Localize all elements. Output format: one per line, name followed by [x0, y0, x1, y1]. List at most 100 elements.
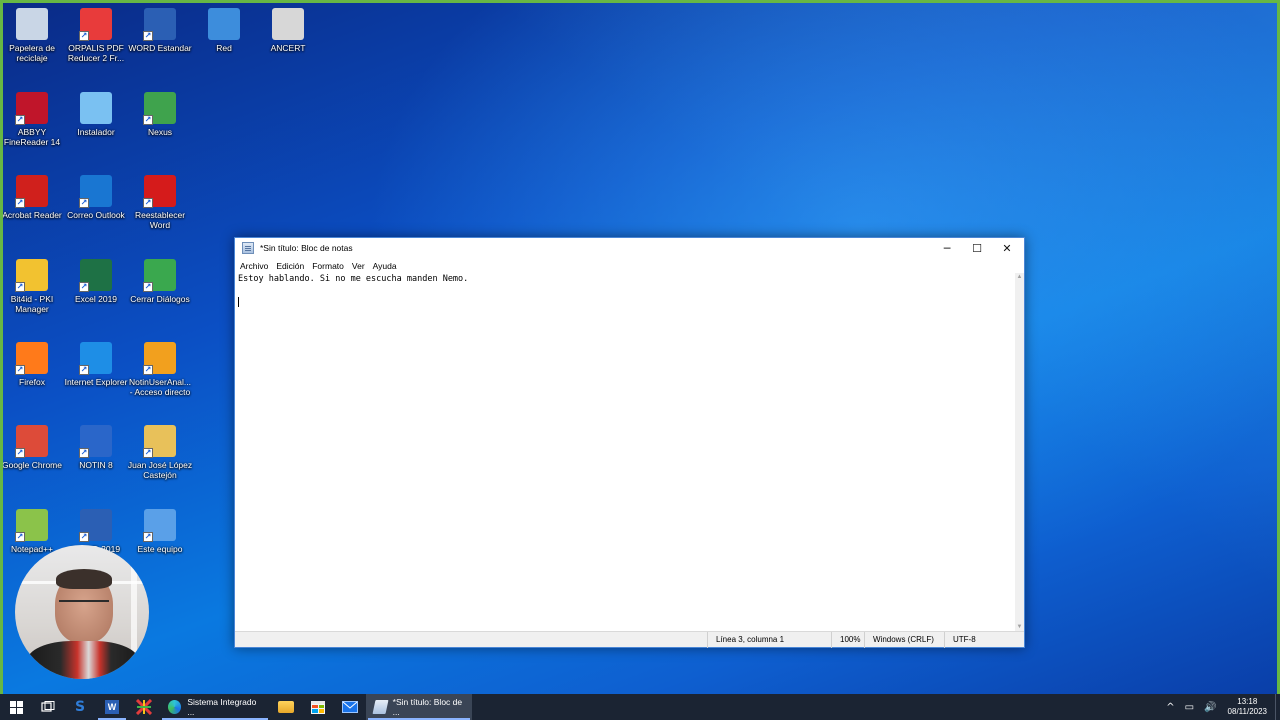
desktop-icon[interactable]: Papelera de reciclaje — [0, 4, 64, 84]
desktop-icon[interactable]: ↗ Cerrar Diálogos — [128, 255, 192, 335]
desktop-icon-label: Este equipo — [137, 544, 183, 554]
text-line: Estoy hablando. Si no me escucha manden … — [238, 274, 469, 284]
volume-icon[interactable]: 🔊 — [1199, 702, 1221, 713]
desktop-icon-label: ABBYY FineReader 14 — [3, 127, 61, 147]
taskbar-app-edge[interactable]: Sistema Integrado ... — [160, 694, 270, 720]
menu-edicion[interactable]: Edición — [273, 261, 307, 271]
minimize-button[interactable]: ─ — [932, 238, 962, 258]
desktop-icon[interactable]: ↗ NotinUserAnal... - Acceso directo — [128, 338, 192, 418]
desktop-icon-label: Juan José López Castejón — [127, 460, 193, 480]
shortcut-arrow-icon: ↗ — [15, 115, 25, 125]
desktop-icon-label: ANCERT — [270, 43, 306, 53]
desktop-icon-label: NOTIN 8 — [79, 460, 113, 470]
notepad-icon — [372, 700, 389, 714]
acrobat-icon: ↗ — [15, 175, 48, 208]
network-status-icon[interactable]: ▭ — [1180, 702, 1199, 713]
desktop-icon-label: Google Chrome — [1, 460, 62, 470]
notepad-window: *Sin título: Bloc de notas ─ ☐ ✕ Archivo… — [234, 237, 1025, 648]
desktop-icon-label: Correo Outlook — [67, 210, 125, 220]
installer-icon — [80, 92, 112, 124]
desktop-icon[interactable]: ↗ WORD Estandar — [128, 4, 192, 84]
desktop-icon[interactable]: ↗ Acrobat Reader — [0, 171, 64, 251]
shortcut-arrow-icon: ↗ — [15, 365, 25, 375]
webcam-background-door — [131, 555, 137, 665]
text-line — [238, 286, 1013, 298]
desktop-icon[interactable]: ↗ Firefox — [0, 338, 64, 418]
desktop-icon[interactable]: ↗ Internet Explorer — [64, 338, 128, 418]
menu-bar: Archivo Edición Formato Ver Ayuda — [235, 258, 1024, 273]
taskbar-app-label: *Sin título: Bloc de ... — [392, 697, 463, 717]
scroll-down-icon[interactable]: ▼ — [1016, 624, 1023, 631]
menu-formato[interactable]: Formato — [309, 261, 347, 271]
desktop-icon[interactable]: ↗ Excel 2019 — [64, 255, 128, 335]
menu-ayuda[interactable]: Ayuda — [370, 261, 400, 271]
outlook-icon: ↗ — [79, 175, 112, 208]
taskbar-store-button[interactable] — [302, 694, 334, 720]
word-icon: ↗ — [143, 8, 176, 41]
webcam-overlay — [15, 545, 149, 679]
webcam-person-glasses — [59, 600, 109, 610]
close-dialogs-icon: ↗ — [143, 259, 176, 292]
shortcut-arrow-icon: ↗ — [143, 532, 153, 542]
desktop-icon[interactable]: ↗ ABBYY FineReader 14 — [0, 88, 64, 168]
desktop-icon[interactable]: Red — [192, 4, 256, 84]
webcam-person-shirt — [27, 641, 139, 679]
shortcut-arrow-icon: ↗ — [143, 365, 153, 375]
shortcut-arrow-icon: ↗ — [79, 448, 89, 458]
start-button[interactable] — [0, 694, 32, 720]
firefox-icon: ↗ — [15, 342, 48, 375]
desktop-icon[interactable]: Instalador — [64, 88, 128, 168]
shortcut-arrow-icon: ↗ — [15, 282, 25, 292]
clock-time: 13:18 — [1237, 697, 1258, 706]
notin-icon: ↗ — [79, 425, 112, 458]
vertical-scrollbar[interactable]: ▲ ▼ — [1015, 273, 1024, 632]
close-button[interactable]: ✕ — [992, 238, 1022, 258]
shortcut-arrow-icon: ↗ — [79, 532, 89, 542]
desktop-icon-label: Papelera de reciclaje — [9, 43, 55, 63]
desktop-icon[interactable]: ↗ Nexus — [128, 88, 192, 168]
desktop-icon-label: ORPALIS PDF Reducer 2 Fr... — [67, 43, 125, 63]
status-zoom: 100% — [831, 631, 864, 648]
taskbar-word-button[interactable]: W — [96, 694, 128, 720]
shortcut-arrow-icon: ↗ — [143, 282, 153, 292]
internet-explorer-icon: ↗ — [79, 342, 112, 375]
shortcut-arrow-icon: ↗ — [79, 31, 89, 41]
desktop-icon[interactable]: ↗ Google Chrome — [0, 421, 64, 501]
menu-ver[interactable]: Ver — [349, 261, 368, 271]
taskbar-mail-button[interactable] — [334, 694, 366, 720]
clock[interactable]: 13:18 08/11/2023 — [1222, 697, 1275, 717]
desktop-icon[interactable]: ↗ Reestablecer Word — [128, 171, 192, 251]
title-bar[interactable]: *Sin título: Bloc de notas ─ ☐ ✕ — [235, 238, 1024, 258]
reset-word-icon: ↗ — [143, 175, 176, 208]
desktop-icon[interactable]: ↗ Bit4id - PKI Manager — [0, 255, 64, 335]
task-view-button[interactable] — [32, 694, 64, 720]
show-hidden-icons-chevron-icon[interactable]: ^ — [1161, 702, 1179, 713]
folder-icon — [278, 701, 294, 713]
desktop-icon[interactable]: ↗ Correo Outlook — [64, 171, 128, 251]
excel-icon: ↗ — [79, 259, 112, 292]
desktop-icon-label: NotinUserAnal... - Acceso directo — [129, 377, 191, 397]
desktop-icon-label: Firefox — [19, 377, 45, 387]
notin-icon: S — [74, 699, 86, 715]
shortcut-arrow-icon: ↗ — [15, 448, 25, 458]
status-bar: Línea 3, columna 1 100% Windows (CRLF) U… — [235, 631, 1024, 648]
desktop-icon[interactable]: ↗ NOTIN 8 — [64, 421, 128, 501]
text-editor-area[interactable]: Estoy hablando. Si no me escucha manden … — [235, 273, 1016, 632]
desktop-icon-label: WORD Estandar — [128, 43, 192, 53]
taskbar-notin-button[interactable]: S — [64, 694, 96, 720]
taskbar-nexus-button[interactable] — [128, 694, 160, 720]
store-icon — [311, 700, 325, 714]
desktop-icon[interactable]: ↗ ORPALIS PDF Reducer 2 Fr... — [64, 4, 128, 84]
show-desktop-button[interactable] — [1275, 694, 1280, 720]
taskbar-app-notepad[interactable]: *Sin título: Bloc de ... — [366, 694, 472, 720]
taskbar-explorer-button[interactable] — [270, 694, 302, 720]
desktop-icon[interactable]: ↗ Juan José López Castejón — [128, 421, 192, 501]
scroll-up-icon[interactable]: ▲ — [1016, 274, 1023, 281]
maximize-button[interactable]: ☐ — [962, 238, 992, 258]
bit4id-icon: ↗ — [15, 259, 48, 292]
recycle-bin-icon — [16, 8, 48, 40]
status-encoding: UTF-8 — [944, 631, 1024, 648]
menu-archivo[interactable]: Archivo — [237, 261, 271, 271]
desktop-icon[interactable]: ↗ Este equipo — [128, 505, 192, 585]
desktop-icon[interactable]: ANCERT — [256, 4, 320, 84]
